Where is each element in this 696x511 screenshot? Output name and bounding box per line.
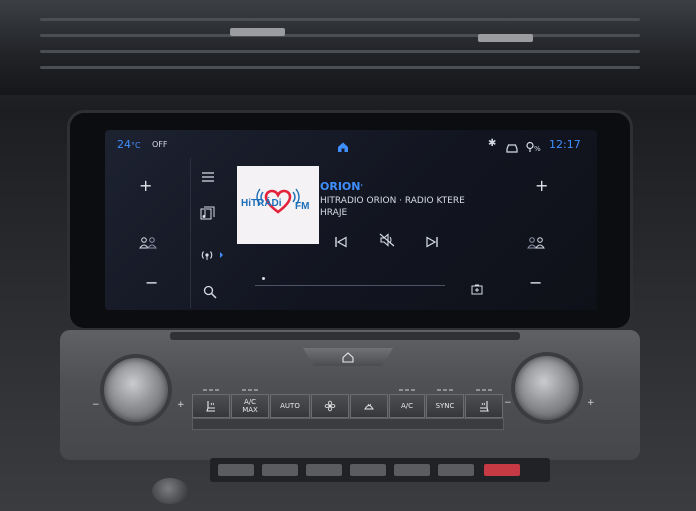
sync-button[interactable]: SYNC: [426, 389, 464, 418]
home-icon[interactable]: [337, 138, 349, 157]
home-icon: [342, 351, 354, 363]
vent-slat: [40, 50, 640, 53]
air-vent: [0, 0, 696, 95]
temperature-unit: °C: [131, 141, 141, 150]
logo-text-fm: FM: [295, 201, 309, 212]
defrost-button[interactable]: [350, 394, 388, 418]
previous-button[interactable]: [334, 233, 348, 252]
hazard-switch[interactable]: [484, 464, 520, 476]
music-library-icon[interactable]: [200, 205, 216, 224]
location-icon: %: [525, 138, 541, 157]
lower-switch[interactable]: [438, 464, 474, 476]
lower-switch[interactable]: [218, 464, 254, 476]
mute-button[interactable]: [379, 232, 395, 251]
auto-button[interactable]: AUTO: [270, 394, 310, 418]
infotainment-screen: 24°C OFF ✱ % 12:17 + − HiTRÁDi FM ORION'…: [105, 130, 597, 310]
search-icon[interactable]: [203, 284, 217, 303]
ac-max-button[interactable]: A/C MAX: [231, 389, 269, 418]
screen-ledge: [170, 332, 520, 340]
seat-heat-icon: [480, 401, 489, 412]
seat-heat-right-button[interactable]: [465, 389, 503, 418]
menu-icon[interactable]: [201, 168, 215, 187]
station-text-line2: HRAJE: [320, 208, 348, 218]
knob-plus-label: +: [587, 398, 595, 408]
station-text-line1: HITRADIO ORION · RADIO KTERE: [320, 196, 465, 206]
knob-plus-label: +: [177, 400, 185, 410]
seat-heat-icon: [206, 401, 215, 412]
home-button[interactable]: [303, 348, 393, 366]
lower-switch[interactable]: [394, 464, 430, 476]
temp-up-right-button[interactable]: +: [535, 178, 548, 194]
station-logo: HiTRÁDi FM: [237, 166, 319, 244]
temp-down-left-button[interactable]: −: [145, 275, 158, 291]
occupants-left-icon[interactable]: [139, 234, 159, 253]
save-station-icon[interactable]: [471, 280, 483, 299]
svg-text:%: %: [534, 145, 541, 153]
right-temperature-knob[interactable]: [515, 356, 579, 420]
vent-slat: [40, 18, 640, 21]
lower-switch[interactable]: [350, 464, 386, 476]
left-temperature-knob[interactable]: [104, 358, 168, 422]
frequency-marker[interactable]: [262, 277, 265, 280]
frequency-bar[interactable]: [255, 285, 445, 286]
temperature-value: 24: [117, 138, 131, 151]
vent-tab[interactable]: [478, 34, 533, 42]
occupants-right-icon[interactable]: [527, 234, 547, 253]
seat-heat-left-button[interactable]: [192, 389, 230, 418]
lower-button-strip: [192, 418, 504, 430]
ac-button[interactable]: A/C: [389, 389, 425, 418]
station-name: ORION': [320, 180, 363, 193]
radio-source-icon[interactable]: [200, 246, 226, 265]
temperature-readout[interactable]: 24°C: [117, 138, 141, 151]
temp-up-left-button[interactable]: +: [139, 178, 152, 194]
lower-switch[interactable]: [306, 464, 342, 476]
car-icon: [505, 139, 519, 158]
divider: [190, 158, 191, 308]
vent-slat: [40, 34, 640, 37]
next-button[interactable]: [425, 233, 439, 252]
fan-button[interactable]: [311, 394, 349, 418]
lower-knob[interactable]: [152, 478, 188, 504]
clock: 12:17: [549, 138, 581, 151]
fan-icon: [324, 400, 336, 412]
lower-switch[interactable]: [262, 464, 298, 476]
logo-text-hit: HiTRÁDi: [241, 196, 282, 209]
vent-slat: [40, 66, 640, 69]
bluetooth-icon: ✱: [488, 138, 497, 149]
temp-down-right-button[interactable]: −: [529, 275, 542, 291]
climate-state: OFF: [152, 140, 168, 149]
defrost-icon: [364, 403, 374, 410]
vent-tab[interactable]: [230, 28, 285, 36]
knob-minus-label: −: [504, 398, 512, 408]
knob-minus-label: −: [92, 400, 100, 410]
